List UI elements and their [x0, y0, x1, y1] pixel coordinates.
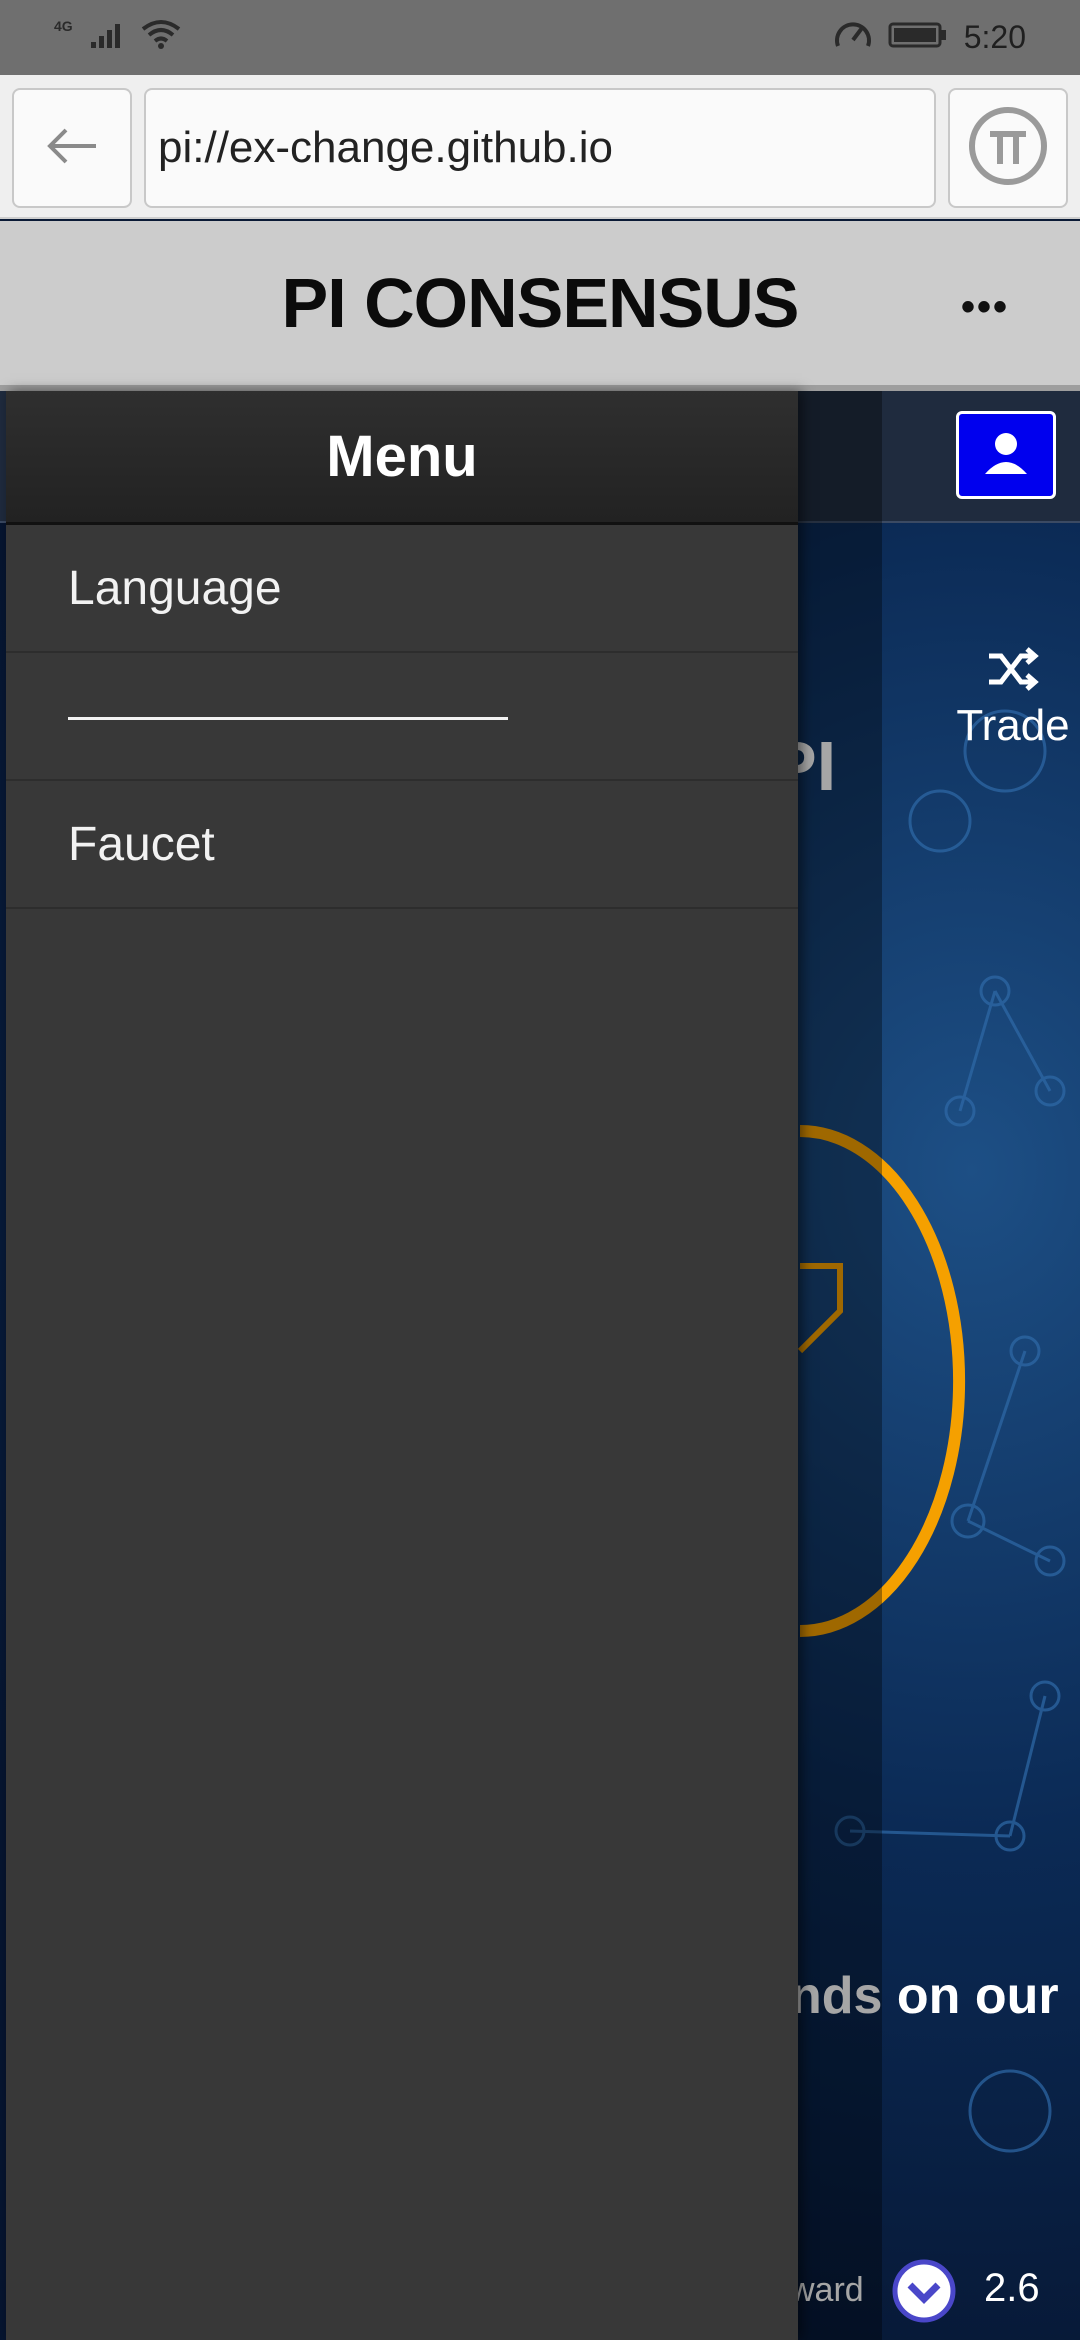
menu-item-faucet[interactable]: Faucet [6, 781, 798, 909]
battery-icon [888, 21, 948, 54]
arrow-left-icon [44, 126, 100, 171]
drawer-title: Menu [326, 424, 478, 489]
page-title: PI CONSENSUS [281, 264, 800, 342]
trade-button[interactable]: Trade [948, 646, 1078, 776]
url-field[interactable]: pi://ex-change.github.io [144, 88, 936, 208]
status-right: 5:20 [834, 18, 1026, 57]
back-button[interactable] [12, 88, 132, 208]
drawer-header: Menu [6, 391, 798, 525]
signal-icon [89, 20, 125, 55]
reward-value: 2.6 [984, 2266, 1040, 2310]
browser-bar: pi://ex-change.github.io [0, 75, 1080, 219]
shuffle-icon [985, 646, 1041, 697]
menu-item-separator [6, 653, 798, 781]
more-options-button[interactable]: ••• [950, 277, 1020, 337]
app-header: PI CONSENSUS ••• [0, 221, 1080, 391]
user-icon [981, 428, 1031, 483]
pi-logo-icon [966, 104, 1050, 193]
wifi-icon [141, 19, 181, 56]
pi-browser-button[interactable] [948, 88, 1068, 208]
trade-label: Trade [956, 701, 1070, 750]
profile-button[interactable] [956, 411, 1056, 499]
network-type: 4G [54, 17, 73, 34]
separator-line [68, 717, 508, 720]
clock: 5:20 [963, 19, 1026, 55]
status-bar: 4G 5:20 [0, 0, 1080, 75]
speedometer-icon [834, 18, 872, 57]
navigation-drawer: Menu Language Faucet [6, 391, 798, 2340]
drawer-scrim[interactable] [798, 391, 882, 2340]
menu-item-language[interactable]: Language [6, 525, 798, 653]
status-left: 4G [54, 17, 181, 56]
reward-badge-icon [892, 2259, 956, 2323]
